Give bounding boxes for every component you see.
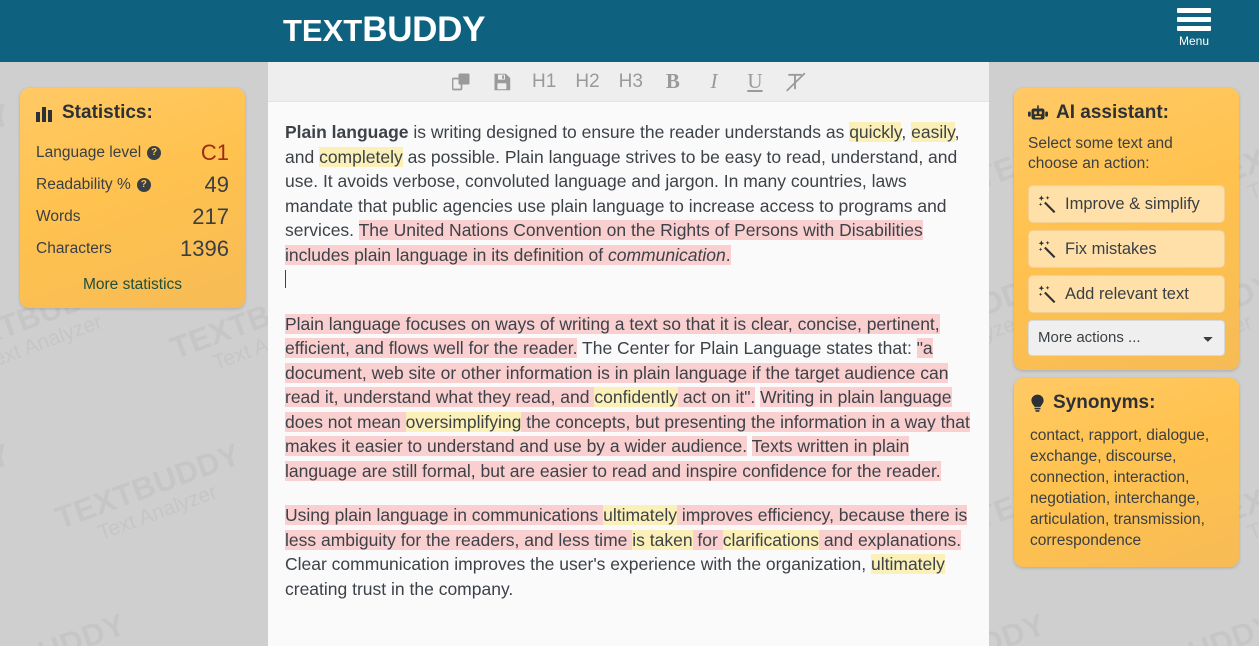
ai-action-button[interactable]: Improve & simplify	[1028, 185, 1225, 223]
underline-button[interactable]: U	[744, 70, 766, 94]
duplicate-icon[interactable]	[450, 70, 472, 94]
editor-text-run: ,	[901, 122, 912, 142]
text-cursor	[285, 270, 286, 288]
watermark-tile: TEXTBUDDYText Analyzer	[50, 436, 246, 545]
magic-wand-icon	[1038, 240, 1057, 258]
highlight-yellow-text: quickly	[849, 122, 902, 142]
help-icon[interactable]: ?	[136, 178, 151, 192]
editor-text-run: Plain language	[285, 122, 409, 142]
more-actions-select[interactable]: More actions ...	[1028, 320, 1225, 356]
editor-paragraph[interactable]: Plain language focuses on ways of writin…	[285, 312, 970, 484]
ai-action-button-label: Add relevant text	[1065, 285, 1189, 303]
highlight-pink-text: act on it".	[678, 387, 756, 407]
editor-paragraph[interactable]: Plain language is writing designed to en…	[285, 120, 970, 292]
statistics-label-text: Language level	[36, 144, 142, 161]
highlight-pink-text: .	[725, 244, 731, 265]
magic-wand-icon	[1038, 285, 1057, 303]
formatting-toolbar: H1 H2 H3 B I U	[268, 62, 989, 102]
highlight-yellow-text: oversimplifying	[405, 411, 522, 432]
ai-assistant-panel: AI assistant: Select some text and choos…	[1014, 88, 1239, 370]
watermark-tile: TEXTBUDDYText Analyzer	[0, 436, 16, 536]
statistics-row-value: 1396	[180, 236, 229, 261]
watermark-tile: TEXTBUDDYText Analyzer	[1086, 607, 1259, 646]
app-logo[interactable]: TEXTBUDDY	[283, 8, 485, 53]
editor-text-run: Clear communication improves the user's …	[285, 554, 871, 574]
editor-text-run: creating trust in the company.	[285, 578, 514, 599]
statistics-row: Words 217	[36, 201, 229, 233]
ai-assistant-help-text: Select some text and choose an action:	[1028, 135, 1173, 172]
robot-icon	[1028, 104, 1048, 122]
bold-button[interactable]: B	[662, 70, 684, 94]
lightbulb-icon	[1030, 394, 1045, 412]
help-icon[interactable]: ?	[147, 146, 162, 160]
ai-assistant-title: AI assistant:	[1028, 102, 1225, 124]
watermark-tile: TEXTBUDDYText Analyzer	[0, 607, 137, 646]
synonyms-title: Synonyms:	[1030, 392, 1223, 414]
statistics-label-text: Readability %	[36, 176, 131, 193]
highlight-pink-text: and explanations.	[819, 529, 962, 550]
statistics-row-value: C1	[200, 140, 229, 165]
synonyms-list: contact, rapport, dialogue, exchange, di…	[1030, 427, 1210, 549]
statistics-row-label: Characters	[36, 239, 112, 259]
statistics-label-text: Characters	[36, 240, 112, 257]
highlight-pink-text: communication	[608, 244, 726, 265]
editor-paragraph[interactable]: Using plain language in communications u…	[285, 503, 970, 601]
menu-button[interactable]: Menu	[1164, 8, 1224, 48]
text-editor-area[interactable]: Plain language is writing designed to en…	[268, 102, 989, 646]
editor-text-run: is writing designed to ensure the reader…	[408, 122, 850, 142]
app-header: TEXTBUDDY Menu	[0, 0, 1259, 62]
bar-chart-icon	[36, 105, 54, 122]
save-icon[interactable]	[491, 70, 513, 94]
hamburger-icon	[1177, 8, 1211, 31]
statistics-label-text: Words	[36, 208, 81, 225]
highlight-yellow-text: easily	[911, 122, 955, 142]
heading-3-button[interactable]: H3	[619, 70, 643, 94]
statistics-row-value: 217	[192, 204, 229, 229]
highlight-pink-text: The United Nations Convention on the Rig…	[285, 220, 923, 265]
editor-text-run	[747, 436, 752, 456]
statistics-title-text: Statistics:	[62, 102, 153, 123]
ai-action-buttons: Improve & simplify Fix mistakes Add releva…	[1028, 185, 1225, 313]
more-statistics-link[interactable]: More statistics	[36, 275, 229, 295]
italic-button[interactable]: I	[703, 70, 725, 94]
logo-buddy-part: BUDDY	[362, 10, 486, 49]
synonyms-panel: Synonyms: contact, rapport, dialogue, ex…	[1014, 378, 1239, 567]
editor-panel: H1 H2 H3 B I U Plain language is writing desi…	[268, 62, 989, 646]
ai-action-button-label: Fix mistakes	[1065, 240, 1157, 258]
ai-action-button[interactable]: Fix mistakes	[1028, 230, 1225, 268]
statistics-row: Readability %? 49	[36, 169, 229, 201]
highlight-yellow-text: ultimately	[603, 505, 678, 525]
editor-text-run: The Center for Plain Language states tha…	[577, 338, 917, 358]
statistics-panel: Statistics: Language level? C1 Readability…	[20, 88, 245, 308]
magic-wand-icon	[1038, 195, 1057, 213]
highlight-yellow-text: clarifications	[722, 529, 820, 550]
highlight-pink-text: Using plain language in communications	[285, 505, 604, 525]
highlight-yellow-text: completely	[319, 146, 403, 167]
ai-action-button[interactable]: Add relevant text	[1028, 275, 1225, 313]
ai-action-button-label: Improve & simplify	[1065, 195, 1200, 213]
menu-button-label: Menu	[1178, 34, 1210, 48]
clear-formatting-button[interactable]	[785, 70, 807, 94]
statistics-row-label: Words	[36, 207, 81, 227]
statistics-row-value: 49	[204, 172, 229, 197]
statistics-row-label: Readability %?	[36, 175, 151, 195]
heading-1-button[interactable]: H1	[532, 70, 556, 94]
statistics-title: Statistics:	[36, 102, 229, 124]
highlight-yellow-text: is taken	[632, 529, 693, 550]
highlight-pink-text: for	[692, 529, 723, 550]
synonyms-title-text: Synonyms:	[1053, 392, 1156, 413]
ai-assistant-title-text: AI assistant:	[1056, 102, 1169, 123]
heading-2-button[interactable]: H2	[575, 70, 599, 94]
statistics-row: Characters 1396	[36, 233, 229, 265]
highlight-yellow-text: confidently	[594, 387, 679, 407]
statistics-rows: Language level? C1 Readability %? 49 Words 21…	[36, 137, 229, 265]
highlight-yellow-text: ultimately	[871, 554, 945, 574]
logo-text-part: TEXT	[283, 13, 363, 48]
statistics-row-label: Language level?	[36, 143, 162, 163]
statistics-row: Language level? C1	[36, 137, 229, 169]
